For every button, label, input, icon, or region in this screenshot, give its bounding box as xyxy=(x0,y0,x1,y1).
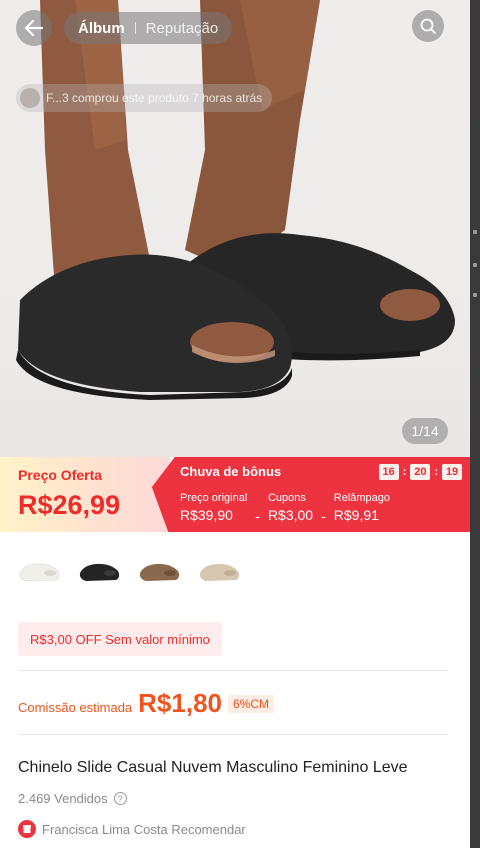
recommender-row[interactable]: Francisca Lima Costa Recomendar xyxy=(18,820,246,838)
breakdown-value: R$3,00 xyxy=(267,507,314,523)
arrow-left-icon xyxy=(24,19,44,37)
buyer-avatar xyxy=(20,88,40,108)
breakdown-label: Cupons xyxy=(267,492,306,504)
slide-thumbnail xyxy=(19,563,60,582)
commission-row: Comissão estimada R$1,80 6%CM xyxy=(18,688,275,719)
divider xyxy=(18,734,448,735)
breakdown-original: Preço original R$39,90 xyxy=(180,492,247,524)
sold-count-text: 2.469 Vendidos xyxy=(18,791,108,806)
price-banner: Preço Oferta R$26,99 Chuva de bônus 16 :… xyxy=(0,457,470,532)
minus-sign: - xyxy=(255,508,260,524)
timer-hours: 16 xyxy=(378,464,399,480)
coupon-chip[interactable]: R$3,00 OFF Sem valor mínimo xyxy=(18,622,222,656)
shop-icon xyxy=(18,820,36,838)
offer-label: Preço Oferta xyxy=(18,467,103,483)
purchase-notification-text: F...3 comprou este produto 7 horas atrás xyxy=(46,91,263,105)
slides-photo xyxy=(16,0,455,400)
edge-strip xyxy=(470,0,480,848)
breakdown-coupons: Cupons R$3,00 xyxy=(268,492,313,524)
offer-price: R$26,99 xyxy=(18,490,121,520)
breakdown-value: R$39,90 xyxy=(180,507,233,523)
question-icon[interactable]: ? xyxy=(113,792,127,805)
product-image[interactable]: Álbum Reputação F...3 comprou este produ… xyxy=(0,0,470,457)
variant-thumbnails xyxy=(18,557,241,587)
divider xyxy=(18,670,448,671)
slide-thumbnail xyxy=(139,563,180,581)
variant-brown[interactable] xyxy=(138,557,181,587)
slide-thumbnail xyxy=(199,563,240,581)
tab-album[interactable]: Álbum xyxy=(78,20,125,37)
breakdown-value: R$9,91 xyxy=(333,507,379,523)
timer-seconds: 19 xyxy=(442,464,462,480)
variant-beige[interactable] xyxy=(198,557,241,587)
search-icon xyxy=(420,18,436,34)
breakdown-label: Relâmpago xyxy=(333,492,391,504)
tab-divider xyxy=(134,22,136,34)
breakdown-label: Preço original xyxy=(180,492,248,504)
search-button[interactable] xyxy=(412,10,444,42)
purchase-notification: F...3 comprou este produto 7 horas atrás xyxy=(16,84,273,112)
tab-reputacao[interactable]: Reputação xyxy=(146,20,219,37)
back-button[interactable] xyxy=(16,10,52,46)
countdown-timer: 16 : 20 : 19 xyxy=(378,464,462,480)
gallery-tabs: Álbum Reputação xyxy=(64,12,233,44)
image-counter: 1/14 xyxy=(402,418,448,444)
sold-count: 2.469 Vendidos ? xyxy=(18,791,127,806)
bonus-title: Chuva de bônus xyxy=(180,464,282,479)
variant-white[interactable] xyxy=(18,557,61,587)
breakdown-flash: Relâmpago R$9,91 xyxy=(334,492,390,524)
price-breakdown: Preço original R$39,90 - Cupons R$3,00 -… xyxy=(180,492,390,524)
variant-black[interactable] xyxy=(78,557,121,587)
commission-percent-badge: 6%CM xyxy=(228,694,275,713)
product-title: Chinelo Slide Casual Nuvem Masculino Fem… xyxy=(18,759,408,776)
top-bar: Álbum Reputação xyxy=(16,10,444,46)
recommender-text: Francisca Lima Costa Recomendar xyxy=(42,821,246,837)
minus-sign: - xyxy=(321,508,326,524)
commission-amount: R$1,80 xyxy=(138,688,222,718)
commission-label: Comissão estimada xyxy=(18,700,133,715)
timer-minutes: 20 xyxy=(410,464,431,480)
slide-thumbnail xyxy=(79,563,120,581)
